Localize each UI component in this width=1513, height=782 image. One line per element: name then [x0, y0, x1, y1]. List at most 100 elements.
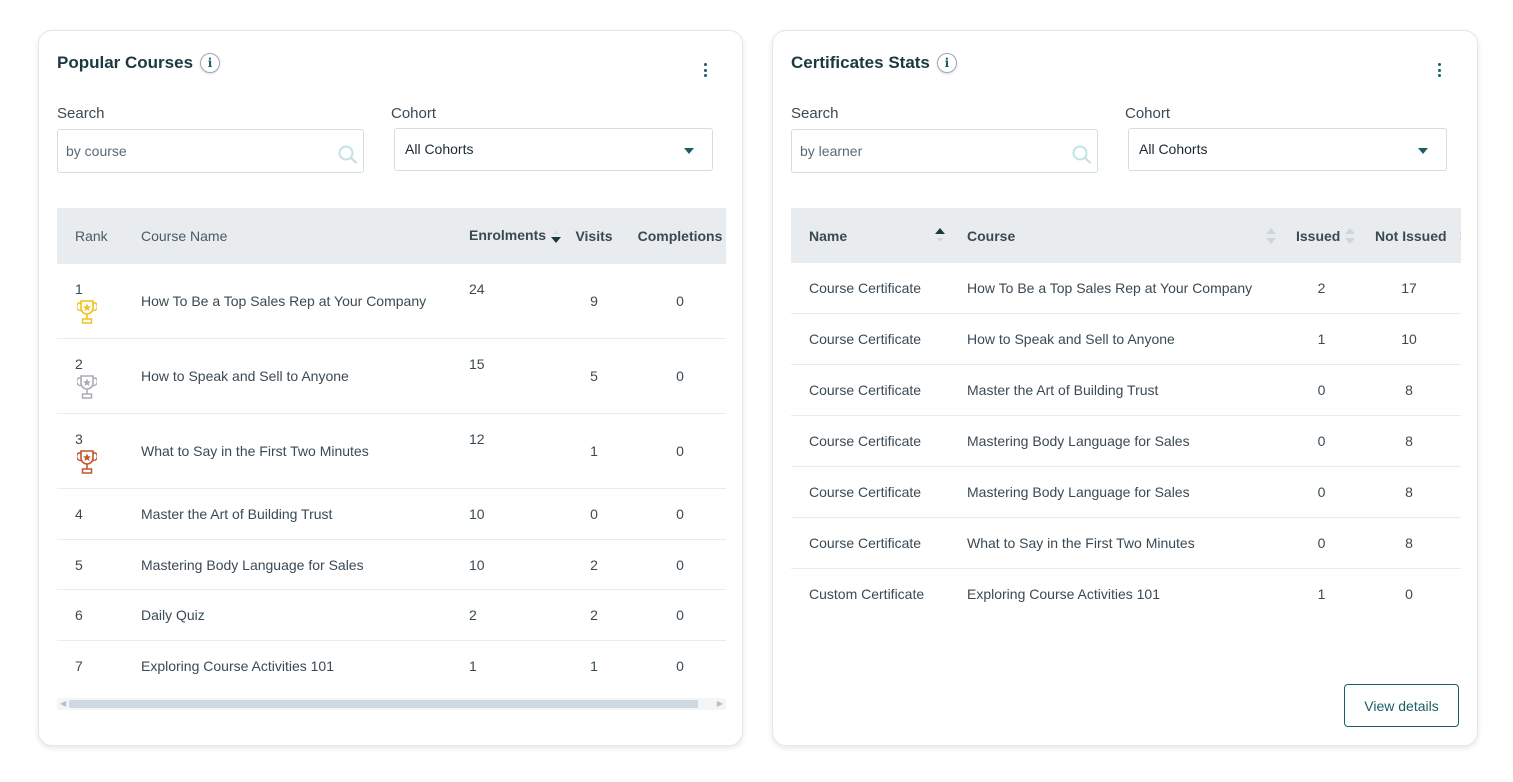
course-cell[interactable]: How to Speak and Sell to Anyone	[949, 313, 1282, 365]
column-header-issued[interactable]: Issued	[1282, 208, 1361, 263]
rank-cell: 7	[57, 640, 141, 691]
column-header-rank[interactable]: Rank	[57, 208, 141, 264]
search-field[interactable]	[57, 129, 364, 173]
not-issued-cell: 0	[1361, 568, 1461, 619]
search-icon[interactable]	[337, 144, 359, 164]
course-cell[interactable]: How To Be a Top Sales Rep at Your Compan…	[949, 263, 1282, 314]
course-cell[interactable]: Mastering Body Language for Sales	[949, 466, 1282, 518]
horizontal-scrollbar[interactable]: ◀ ▶	[57, 698, 726, 710]
table-row[interactable]: 2 How to Speak and Sell to Anyone 15 5 0	[57, 338, 726, 414]
column-header-completions[interactable]: Completions	[625, 208, 726, 264]
view-details-button[interactable]: View details	[1344, 684, 1459, 727]
table-row[interactable]: 4 Master the Art of Building Trust 10 0 …	[57, 488, 726, 540]
rank-number: 2	[75, 356, 83, 372]
course-cell[interactable]: What to Say in the First Two Minutes	[949, 517, 1282, 569]
course-name-cell[interactable]: Mastering Body Language for Sales	[141, 539, 463, 590]
table-row[interactable]: Course Certificate Mastering Body Langua…	[791, 466, 1461, 518]
not-issued-cell: 8	[1361, 364, 1461, 416]
course-name-cell[interactable]: What to Say in the First Two Minutes	[141, 413, 463, 489]
column-header-course[interactable]: Course	[949, 208, 1282, 263]
certificate-name-cell[interactable]: Course Certificate	[791, 415, 949, 467]
enrolments-cell: 12	[463, 413, 563, 489]
popular-courses-table-container: Rank Course Name Enrolments Visits Compl…	[57, 208, 726, 691]
certificate-name-cell[interactable]: Course Certificate	[791, 313, 949, 365]
issued-cell: 1	[1282, 568, 1361, 619]
search-icon[interactable]	[1071, 144, 1093, 164]
visits-cell: 2	[563, 539, 625, 590]
cohort-label: Cohort	[1125, 105, 1171, 122]
visits-cell: 1	[563, 640, 625, 691]
scroll-right-icon[interactable]: ▶	[717, 700, 723, 708]
search-field[interactable]	[791, 129, 1098, 173]
table-row[interactable]: Custom Certificate Exploring Course Acti…	[791, 568, 1461, 619]
column-header-enrolments-label: Enrolments	[469, 227, 547, 244]
issued-cell: 1	[1282, 313, 1361, 365]
rank-cell: 1	[57, 263, 141, 339]
certificate-name-cell[interactable]: Custom Certificate	[791, 568, 949, 619]
search-input[interactable]	[798, 142, 1062, 160]
column-header-course-name[interactable]: Course Name	[141, 208, 463, 264]
course-name-cell[interactable]: How To Be a Top Sales Rep at Your Compan…	[141, 263, 463, 339]
info-icon[interactable]: i	[200, 53, 221, 73]
rank-number: 3	[75, 431, 83, 447]
sort-icon	[1266, 228, 1276, 244]
more-options-icon[interactable]	[699, 63, 711, 77]
certificate-name-cell[interactable]: Course Certificate	[791, 517, 949, 569]
table-row[interactable]: Course Certificate Master the Art of Bui…	[791, 364, 1461, 416]
cohort-select[interactable]: All Cohorts	[1128, 128, 1447, 171]
table-row[interactable]: 3 What to Say in the First Two Minutes 1…	[57, 413, 726, 489]
column-header-name-label: Name	[809, 227, 848, 244]
search-input[interactable]	[64, 142, 328, 160]
table-row[interactable]: 7 Exploring Course Activities 101 1 1 0	[57, 640, 726, 691]
column-header-visits[interactable]: Visits	[563, 208, 625, 264]
popular-courses-table: Rank Course Name Enrolments Visits Compl…	[57, 208, 726, 691]
column-header-not-issued[interactable]: Not Issued	[1361, 208, 1461, 263]
course-name-cell[interactable]: Master the Art of Building Trust	[141, 488, 463, 540]
certificate-name-cell[interactable]: Course Certificate	[791, 263, 949, 314]
chevron-down-icon	[684, 148, 694, 154]
visits-cell: 1	[563, 413, 625, 489]
more-options-icon[interactable]	[1433, 63, 1445, 77]
course-name-cell[interactable]: Daily Quiz	[141, 589, 463, 641]
column-header-course-label: Course	[967, 227, 1016, 244]
cohort-selected-value: All Cohorts	[1139, 141, 1208, 157]
scroll-left-icon[interactable]: ◀	[60, 700, 66, 708]
table-row[interactable]: 1 How To Be a Top Sales Rep at Your Comp…	[57, 263, 726, 339]
course-name-cell[interactable]: How to Speak and Sell to Anyone	[141, 338, 463, 414]
issued-cell: 2	[1317, 280, 1326, 296]
certificate-name-cell[interactable]: Course Certificate	[791, 466, 949, 518]
column-header-enrolments[interactable]: Enrolments	[463, 208, 563, 264]
not-issued-cell: 8	[1361, 466, 1461, 518]
scrollbar-thumb[interactable]	[69, 700, 698, 708]
table-row[interactable]: Course Certificate Mastering Body Langua…	[791, 415, 1461, 467]
issued-cell: 0	[1282, 466, 1361, 518]
course-cell[interactable]: Exploring Course Activities 101	[949, 568, 1282, 619]
popular-courses-card: Popular Courses i Search Cohort All Coho…	[38, 30, 743, 746]
column-header-name[interactable]: Name	[791, 208, 949, 263]
chevron-down-icon	[1418, 148, 1428, 154]
sort-asc-icon	[935, 228, 945, 242]
visits-cell: 9	[563, 263, 625, 339]
column-header-issued-label: Issued	[1296, 227, 1341, 244]
enrolments-cell: 15	[463, 338, 563, 414]
certificate-name-cell[interactable]: Course Certificate	[791, 364, 949, 416]
issued-cell: 0	[1282, 364, 1361, 416]
issued-cell: 0	[1282, 415, 1361, 467]
course-cell[interactable]: Master the Art of Building Trust	[949, 364, 1282, 416]
table-row[interactable]: 6 Daily Quiz 2 2 0	[57, 589, 726, 641]
not-issued-cell: 10	[1361, 313, 1461, 365]
not-issued-cell: 8	[1361, 517, 1461, 569]
column-header-not-issued-label: Not Issued	[1375, 227, 1447, 244]
info-icon[interactable]: i	[936, 53, 957, 73]
cohort-select[interactable]: All Cohorts	[394, 128, 713, 171]
not-issued-cell: 17	[1401, 280, 1417, 296]
course-cell[interactable]: Mastering Body Language for Sales	[949, 415, 1282, 467]
course-name-cell[interactable]: Exploring Course Activities 101	[141, 640, 463, 691]
completions-cell: 0	[625, 338, 726, 414]
table-row[interactable]: Course Certificate How to Speak and Sell…	[791, 313, 1461, 365]
completions-cell: 0	[625, 263, 726, 339]
completions-cell: 0	[625, 413, 726, 489]
table-row[interactable]: Course Certificate How To Be a Top Sales…	[791, 263, 1461, 314]
table-row[interactable]: 5 Mastering Body Language for Sales 10 2…	[57, 539, 726, 590]
table-row[interactable]: Course Certificate What to Say in the Fi…	[791, 517, 1461, 569]
